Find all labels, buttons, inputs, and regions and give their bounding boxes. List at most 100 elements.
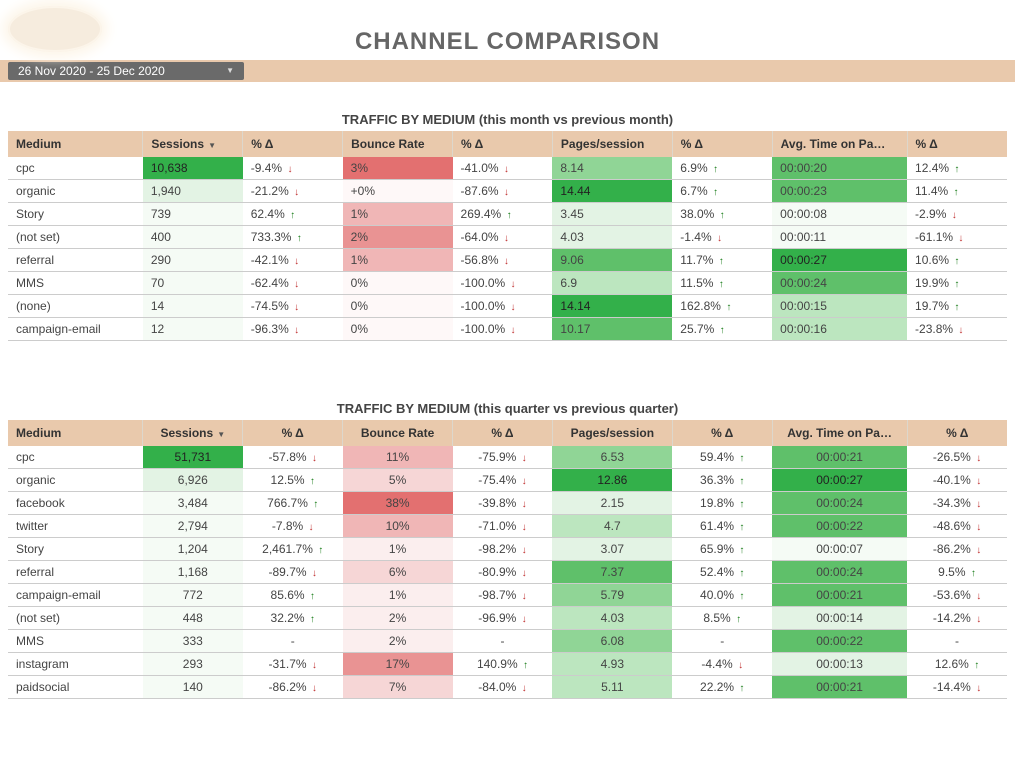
cell-pages: 3.45	[552, 203, 672, 226]
col-bounce-delta[interactable]: % Δ	[453, 131, 553, 157]
cell-time: 00:00:21	[772, 584, 907, 607]
col-pages[interactable]: Pages/session	[552, 420, 672, 446]
cell-time: 00:00:22	[772, 630, 907, 653]
arrow-up-icon: ↑	[739, 568, 744, 579]
cell-bounce-delta: -96.9% ↓	[453, 607, 553, 630]
cell-sessions-delta: -9.4% ↓	[243, 157, 343, 180]
cell-bounce-delta: -	[453, 630, 553, 653]
arrow-up-icon: ↑	[954, 302, 959, 313]
cell-pages: 7.37	[552, 561, 672, 584]
cell-bounce: 1%	[343, 203, 453, 226]
col-time-delta[interactable]: % Δ	[907, 420, 1007, 446]
cell-time-delta: 19.7% ↑	[907, 295, 1007, 318]
table-row: MMS70-62.4% ↓0%-100.0% ↓6.911.5% ↑00:00:…	[8, 272, 1007, 295]
col-time[interactable]: Avg. Time on Pa…	[772, 131, 907, 157]
cell-sessions-delta: -7.8% ↓	[243, 515, 343, 538]
arrow-down-icon: ↓	[294, 279, 299, 290]
col-pages-delta[interactable]: % Δ	[672, 420, 772, 446]
arrow-down-icon: ↓	[309, 522, 314, 533]
col-time-delta[interactable]: % Δ	[907, 131, 1007, 157]
col-sessions[interactable]: Sessions▼	[143, 420, 243, 446]
col-sessions-delta[interactable]: % Δ	[243, 420, 343, 446]
arrow-up-icon: ↑	[313, 499, 318, 510]
col-bounce[interactable]: Bounce Rate	[343, 420, 453, 446]
cell-pages: 5.11	[552, 676, 672, 699]
arrow-down-icon: ↓	[717, 233, 722, 244]
col-medium[interactable]: Medium	[8, 131, 143, 157]
header: CHANNEL COMPARISON	[0, 0, 1015, 60]
arrow-up-icon: ↑	[310, 614, 315, 625]
arrow-down-icon: ↓	[511, 325, 516, 336]
table-traffic-month: Medium Sessions▼ % Δ Bounce Rate % Δ Pag…	[8, 131, 1007, 341]
col-bounce-delta[interactable]: % Δ	[453, 420, 553, 446]
arrow-up-icon: ↑	[736, 614, 741, 625]
cell-time: 00:00:23	[772, 180, 907, 203]
cell-sessions: 448	[143, 607, 243, 630]
table-row: Story1,2042,461.7% ↑1%-98.2% ↓3.0765.9% …	[8, 538, 1007, 561]
cell-sessions: 400	[143, 226, 243, 249]
cell-sessions: 293	[143, 653, 243, 676]
cell-pages: 2.15	[552, 492, 672, 515]
cell-medium: MMS	[8, 630, 143, 653]
cell-time-delta: -14.4% ↓	[907, 676, 1007, 699]
cell-bounce: 2%	[343, 630, 453, 653]
arrow-down-icon: ↓	[522, 614, 527, 625]
arrow-down-icon: ↓	[976, 499, 981, 510]
cell-pages-delta: 19.8% ↑	[672, 492, 772, 515]
cell-pages-delta: 11.5% ↑	[672, 272, 772, 295]
cell-time-delta: 12.4% ↑	[907, 157, 1007, 180]
cell-bounce-delta: 269.4% ↑	[453, 203, 553, 226]
cell-bounce-delta: -98.2% ↓	[453, 538, 553, 561]
col-medium[interactable]: Medium	[8, 420, 143, 446]
cell-time: 00:00:21	[772, 676, 907, 699]
cell-sessions-delta: 766.7% ↑	[243, 492, 343, 515]
cell-bounce: 1%	[343, 584, 453, 607]
cell-pages: 14.14	[552, 295, 672, 318]
cell-medium: paidsocial	[8, 676, 143, 699]
arrow-down-icon: ↓	[294, 256, 299, 267]
cell-sessions-delta: 2,461.7% ↑	[243, 538, 343, 561]
col-time[interactable]: Avg. Time on Pa…	[772, 420, 907, 446]
cell-bounce: 1%	[343, 538, 453, 561]
cell-medium: referral	[8, 249, 143, 272]
cell-bounce: 5%	[343, 469, 453, 492]
cell-pages-delta: -1.4% ↓	[672, 226, 772, 249]
cell-pages: 10.17	[552, 318, 672, 341]
arrow-up-icon: ↑	[719, 279, 724, 290]
cell-pages-delta: 22.2% ↑	[672, 676, 772, 699]
cell-sessions-delta: -96.3% ↓	[243, 318, 343, 341]
cell-bounce-delta: -39.8% ↓	[453, 492, 553, 515]
cell-pages-delta: 6.7% ↑	[672, 180, 772, 203]
col-pages[interactable]: Pages/session	[552, 131, 672, 157]
col-sessions[interactable]: Sessions▼	[143, 131, 243, 157]
col-bounce[interactable]: Bounce Rate	[343, 131, 453, 157]
arrow-up-icon: ↑	[739, 476, 744, 487]
arrow-down-icon: ↓	[976, 453, 981, 464]
arrow-up-icon: ↑	[720, 210, 725, 221]
cell-sessions-delta: 12.5% ↑	[243, 469, 343, 492]
cell-pages-delta: -	[672, 630, 772, 653]
cell-time-delta: 9.5% ↑	[907, 561, 1007, 584]
col-sessions-delta[interactable]: % Δ	[243, 131, 343, 157]
date-range-picker[interactable]: 26 Nov 2020 - 25 Dec 2020 ▼	[8, 62, 244, 80]
cell-time: 00:00:20	[772, 157, 907, 180]
arrow-down-icon: ↓	[312, 660, 317, 671]
cell-pages: 3.07	[552, 538, 672, 561]
cell-sessions: 1,168	[143, 561, 243, 584]
cell-pages-delta: 65.9% ↑	[672, 538, 772, 561]
cell-pages: 6.08	[552, 630, 672, 653]
cell-sessions-delta: 62.4% ↑	[243, 203, 343, 226]
arrow-down-icon: ↓	[294, 325, 299, 336]
arrow-down-icon: ↓	[976, 476, 981, 487]
arrow-up-icon: ↑	[971, 568, 976, 579]
cell-bounce: 0%	[343, 295, 453, 318]
cell-sessions-delta: -31.7% ↓	[243, 653, 343, 676]
cell-pages-delta: -4.4% ↓	[672, 653, 772, 676]
col-pages-delta[interactable]: % Δ	[672, 131, 772, 157]
cell-time-delta: -26.5% ↓	[907, 446, 1007, 469]
arrow-up-icon: ↑	[507, 210, 512, 221]
cell-time: 00:00:14	[772, 607, 907, 630]
arrow-down-icon: ↓	[312, 683, 317, 694]
table-row: paidsocial140-86.2% ↓7%-84.0% ↓5.1122.2%…	[8, 676, 1007, 699]
cell-bounce: 1%	[343, 249, 453, 272]
